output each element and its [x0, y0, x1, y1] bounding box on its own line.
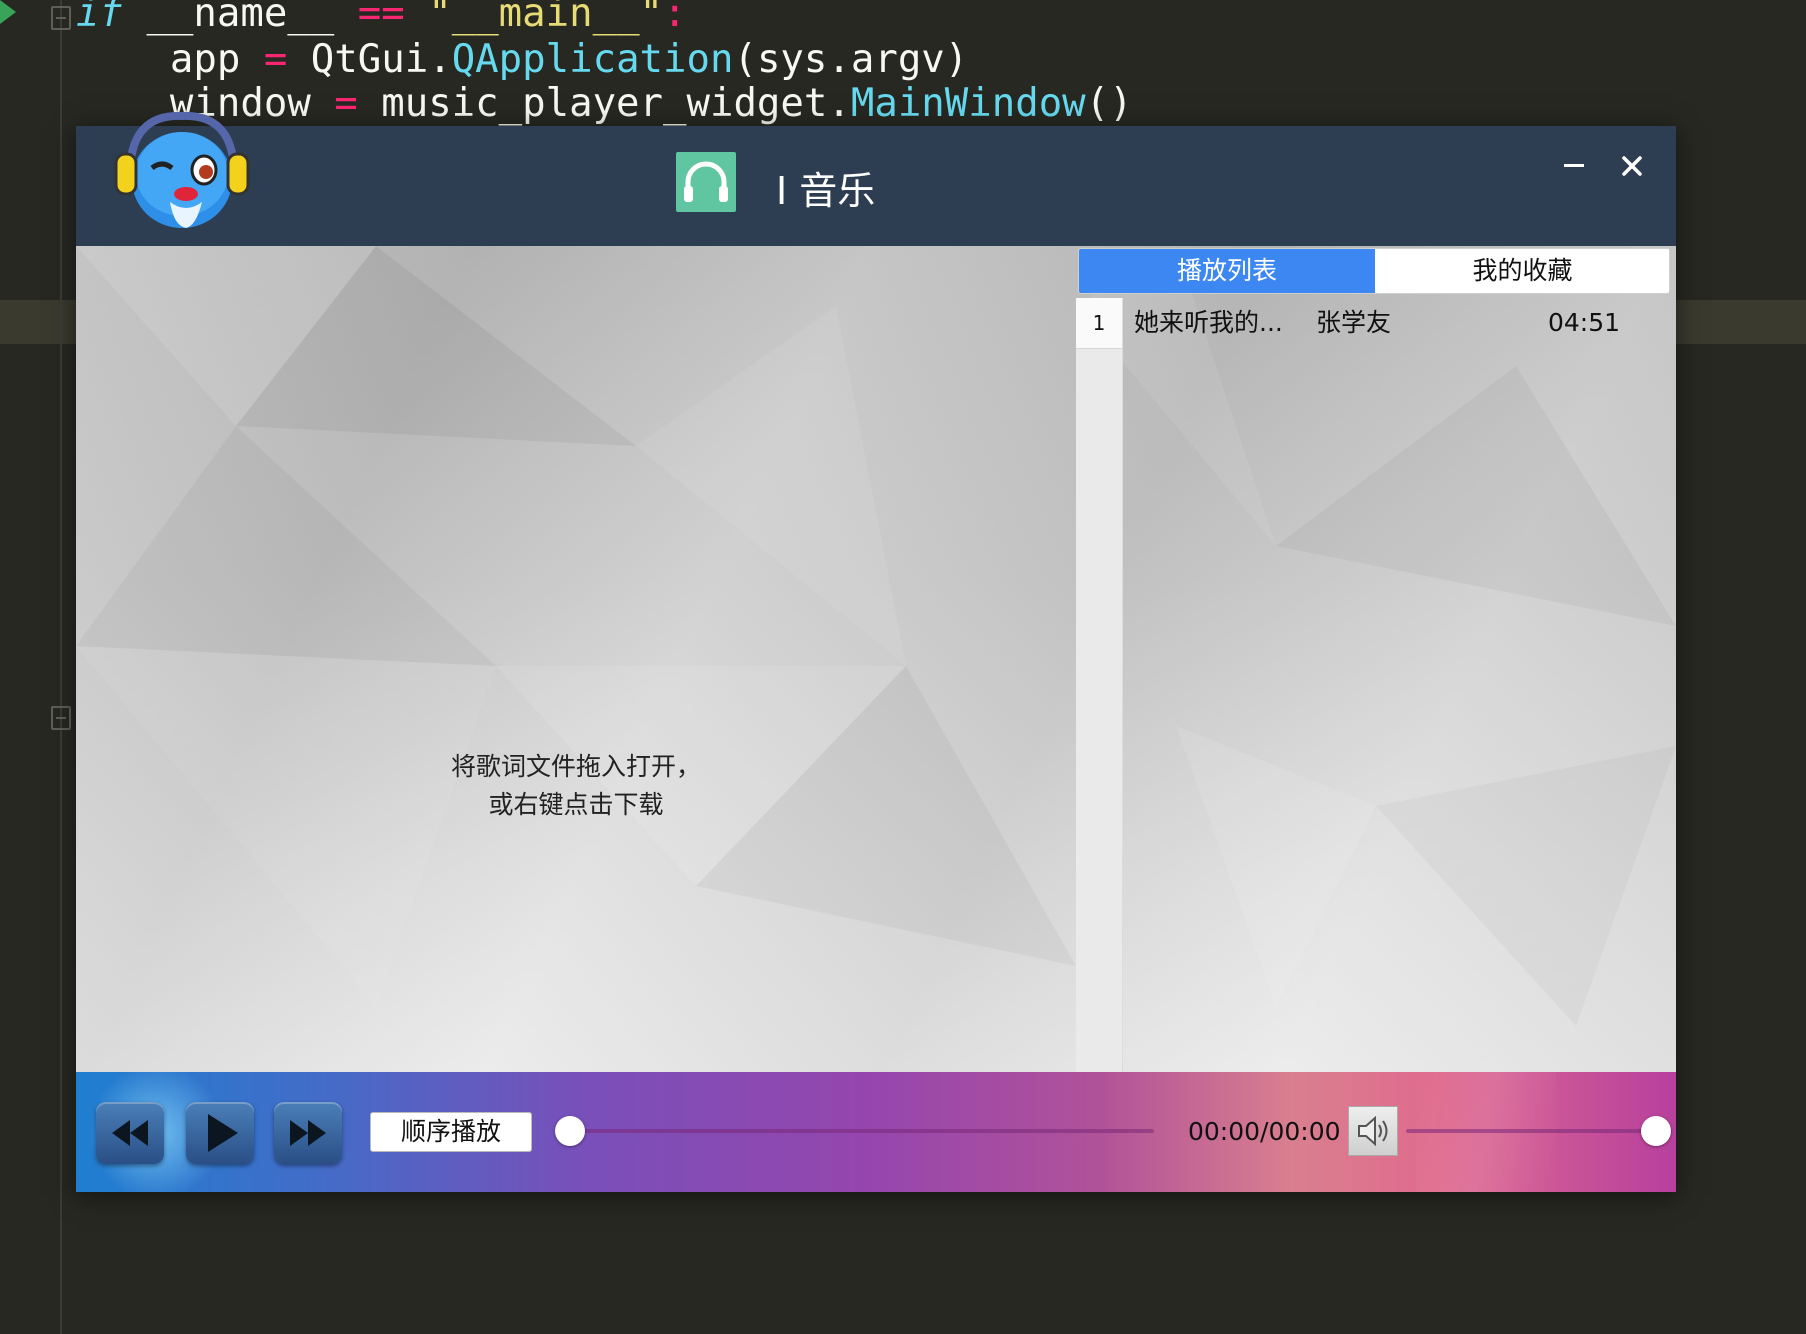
song-title[interactable]: 她来听我的... — [1134, 298, 1283, 348]
play-mode-button[interactable]: 顺序播放 — [370, 1112, 532, 1152]
main-content: 将歌词文件拖入打开， 或右键点击下载 播放列表 我的收藏 1 她来听我的... … — [76, 246, 1676, 1072]
previous-button[interactable] — [96, 1102, 164, 1164]
song-duration[interactable]: 04:51 — [1548, 298, 1620, 348]
lyrics-hint-line-2: 或右键点击下载 — [488, 790, 664, 819]
fold-icon[interactable] — [51, 6, 71, 30]
volume-button[interactable] — [1348, 1106, 1398, 1156]
code-line-1[interactable]: if __name__ == "__main__": — [76, 0, 687, 33]
close-icon — [1622, 156, 1642, 176]
tab-favorites[interactable]: 我的收藏 — [1375, 249, 1669, 293]
app-title: I 音乐 — [776, 169, 876, 213]
headphones-icon — [676, 152, 736, 212]
progress-slider-handle[interactable] — [555, 1116, 585, 1146]
playlist-table: 1 她来听我的... 张学友 04:51 — [1076, 298, 1676, 1072]
title-bar[interactable]: I 音乐 — [76, 111, 1676, 246]
mascot-logo — [114, 111, 250, 228]
control-bar: 顺序播放 00:00/00:00 — [76, 1072, 1676, 1192]
next-button[interactable] — [274, 1102, 342, 1164]
lyrics-placeholder[interactable]: 将歌词文件拖入打开， 或右键点击下载 — [76, 748, 1076, 824]
minimize-icon — [1564, 164, 1584, 167]
volume-slider-handle[interactable] — [1641, 1116, 1672, 1146]
tab-playlist[interactable]: 播放列表 — [1079, 249, 1375, 293]
editor-gutter — [60, 0, 62, 1334]
fast-forward-icon — [290, 1120, 326, 1146]
run-gutter-icon[interactable] — [0, 0, 16, 24]
play-button[interactable] — [186, 1102, 254, 1164]
minimize-button[interactable] — [1554, 146, 1594, 186]
row-header-column — [1076, 298, 1123, 1072]
song-artist[interactable]: 张学友 — [1316, 298, 1391, 348]
music-player-window: I 音乐 将歌词文件拖入打开， 或右键点击下载 播放列表 我的收藏 1 她来听我… — [76, 111, 1676, 1192]
play-icon — [208, 1114, 238, 1152]
volume-icon — [1358, 1115, 1388, 1147]
playlist-tabs: 播放列表 我的收藏 — [1078, 248, 1670, 294]
rewind-icon — [112, 1120, 148, 1146]
row-number[interactable]: 1 — [1076, 298, 1122, 349]
close-button[interactable] — [1612, 146, 1652, 186]
fold-icon[interactable] — [51, 706, 71, 730]
volume-slider-track[interactable] — [1406, 1129, 1672, 1133]
time-display: 00:00/00:00 — [1188, 1117, 1341, 1146]
progress-slider-track[interactable] — [570, 1129, 1154, 1133]
code-line-2[interactable]: app = QtGui.QApplication(sys.argv) — [76, 40, 968, 79]
lyrics-hint-line-1: 将歌词文件拖入打开， — [450, 752, 701, 781]
